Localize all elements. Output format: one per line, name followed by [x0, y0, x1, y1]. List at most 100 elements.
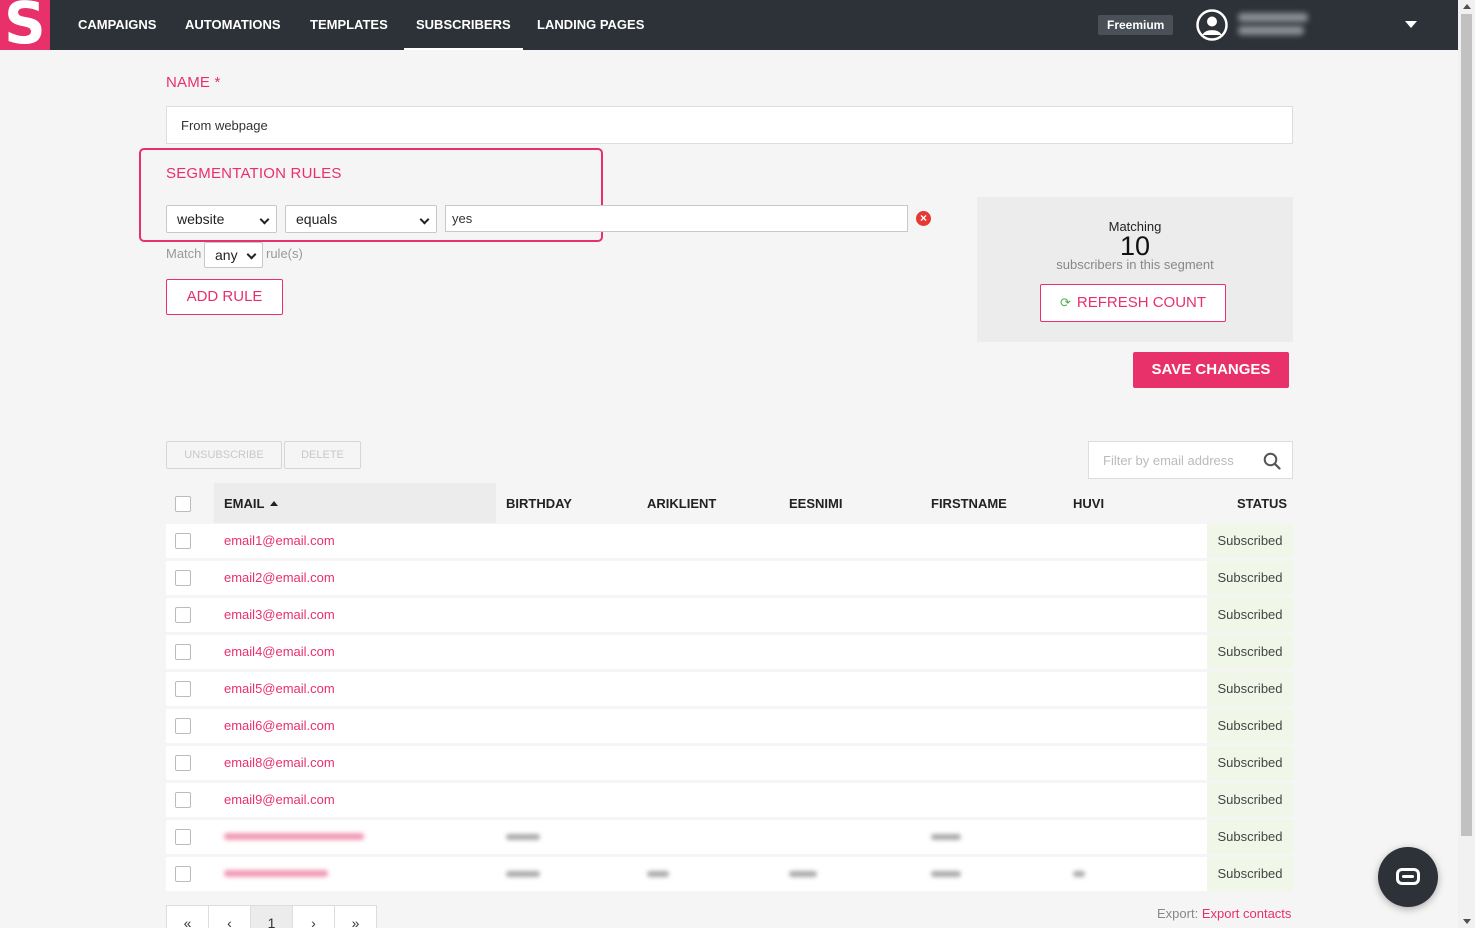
column-birthday[interactable]: BIRTHDAY [506, 485, 572, 523]
table-row[interactable]: email1@email.com Subscribed [166, 524, 1293, 558]
rule-operator-value: equals [296, 211, 338, 227]
redacted-cell [647, 871, 669, 877]
nav-automations[interactable]: AUTOMATIONS [185, 0, 281, 50]
subscriber-email-link[interactable]: email3@email.com [224, 598, 335, 632]
delete-button[interactable]: DELETE [284, 441, 361, 469]
nav-subscribers[interactable]: SUBSCRIBERS [404, 0, 523, 50]
matching-subtitle: subscribers in this segment [1056, 257, 1214, 272]
column-huvi[interactable]: HUVI [1073, 485, 1104, 523]
username-blurred[interactable] [1238, 10, 1308, 40]
table-row[interactable]: email6@email.com Subscribed [166, 709, 1293, 743]
chat-widget-button[interactable] [1378, 847, 1438, 907]
table-row[interactable]: email8@email.com Subscribed [166, 746, 1293, 780]
sort-ascending-icon [270, 501, 279, 506]
plan-badge: Freemium [1098, 15, 1174, 35]
rule-field-select[interactable]: website [166, 205, 277, 233]
rule-value-input[interactable] [445, 205, 908, 232]
nav-landing-pages[interactable]: LANDING PAGES [537, 0, 644, 50]
subscriber-email-link[interactable]: email6@email.com [224, 709, 335, 743]
save-changes-button[interactable]: SAVE CHANGES [1133, 352, 1289, 388]
status-badge: Subscribed [1207, 561, 1293, 595]
subscriber-email-link[interactable]: email1@email.com [224, 524, 335, 558]
status-badge: Subscribed [1207, 783, 1293, 817]
account-menu-caret-icon[interactable] [1405, 21, 1417, 28]
row-checkbox[interactable] [175, 681, 191, 697]
logo[interactable]: S [0, 0, 50, 50]
table-row-blurred[interactable]: Subscribed [166, 857, 1293, 891]
scroll-up-arrow-icon[interactable] [1463, 4, 1471, 9]
row-checkbox[interactable] [175, 792, 191, 808]
refresh-count-button[interactable]: ⟳ REFRESH COUNT [1040, 284, 1226, 322]
export-label: Export: [1157, 906, 1199, 921]
scroll-thumb[interactable] [1461, 14, 1472, 836]
table-header: EMAIL BIRTHDAY ARIKLIENT EESNIMI FIRSTNA… [166, 483, 1293, 523]
table-row[interactable]: email2@email.com Subscribed [166, 561, 1293, 595]
table-row[interactable]: email9@email.com Subscribed [166, 783, 1293, 817]
export-area: Export: Export contacts [1157, 906, 1291, 921]
column-ariklient[interactable]: ARIKLIENT [647, 485, 716, 523]
chevron-down-icon [246, 249, 257, 260]
subscriber-email-link[interactable]: email4@email.com [224, 635, 335, 669]
match-mode-select[interactable]: any [204, 242, 263, 268]
row-checkbox[interactable] [175, 866, 191, 882]
select-all-checkbox[interactable] [175, 496, 191, 512]
table-row-blurred[interactable]: Subscribed [166, 820, 1293, 854]
subscriber-email-link[interactable]: email2@email.com [224, 561, 335, 595]
status-badge: Subscribed [1207, 635, 1293, 669]
table-row[interactable]: email4@email.com Subscribed [166, 635, 1293, 669]
row-checkbox[interactable] [175, 829, 191, 845]
row-checkbox[interactable] [175, 755, 191, 771]
redacted-cell [789, 871, 817, 877]
page-1-button[interactable]: 1 [250, 905, 293, 928]
last-page-button[interactable]: » [334, 905, 377, 928]
status-badge: Subscribed [1207, 746, 1293, 780]
search-icon[interactable] [1263, 452, 1281, 470]
row-checkbox[interactable] [175, 570, 191, 586]
redacted-cell [931, 834, 961, 840]
next-page-button[interactable]: › [292, 905, 335, 928]
segmentation-rules-label: SEGMENTATION RULES [166, 165, 342, 182]
match-mode-value: any [215, 247, 238, 263]
export-contacts-link[interactable]: Export contacts [1202, 906, 1292, 921]
table-row[interactable]: email5@email.com Subscribed [166, 672, 1293, 706]
name-label: NAME * [166, 74, 221, 91]
status-badge: Subscribed [1207, 524, 1293, 558]
filter-email-field[interactable]: Filter by email address [1088, 441, 1293, 479]
redacted-cell [506, 871, 540, 877]
column-eesnimi[interactable]: EESNIMI [789, 485, 842, 523]
row-checkbox[interactable] [175, 607, 191, 623]
matching-count-panel: Matching 10 subscribers in this segment … [977, 197, 1293, 342]
remove-rule-icon[interactable]: × [916, 211, 931, 226]
refresh-count-label: REFRESH COUNT [1076, 294, 1207, 311]
first-page-button[interactable]: « [166, 905, 209, 928]
top-navbar: S CAMPAIGNS AUTOMATIONS TEMPLATES SUBSCR… [0, 0, 1458, 50]
subscriber-email-link[interactable]: email9@email.com [224, 783, 335, 817]
column-status[interactable]: STATUS [1237, 485, 1287, 523]
status-badge: Subscribed [1207, 820, 1293, 854]
page-scrollbar[interactable] [1458, 0, 1475, 928]
status-badge: Subscribed [1207, 672, 1293, 706]
unsubscribe-button[interactable]: UNSUBSCRIBE [166, 441, 282, 469]
subscriber-email-link[interactable]: email8@email.com [224, 746, 335, 780]
column-email[interactable]: EMAIL [224, 485, 279, 523]
add-rule-button[interactable]: ADD RULE [166, 279, 283, 315]
user-avatar-icon[interactable] [1196, 9, 1228, 41]
subscriber-email-link[interactable]: email5@email.com [224, 672, 335, 706]
segment-name-input[interactable] [166, 106, 1293, 144]
status-badge: Subscribed [1207, 709, 1293, 743]
redacted-cell [931, 871, 961, 877]
match-suffix-label: rule(s) [266, 246, 303, 261]
chevron-down-icon [259, 214, 270, 225]
row-checkbox[interactable] [175, 533, 191, 549]
row-checkbox[interactable] [175, 644, 191, 660]
nav-templates[interactable]: TEMPLATES [310, 0, 388, 50]
chat-icon [1396, 868, 1420, 885]
column-firstname[interactable]: FIRSTNAME [931, 485, 1007, 523]
scroll-down-arrow-icon[interactable] [1463, 919, 1471, 924]
row-checkbox[interactable] [175, 718, 191, 734]
nav-campaigns[interactable]: CAMPAIGNS [78, 0, 156, 50]
table-row[interactable]: email3@email.com Subscribed [166, 598, 1293, 632]
chevron-down-icon [419, 214, 430, 225]
rule-operator-select[interactable]: equals [285, 205, 437, 233]
prev-page-button[interactable]: ‹ [208, 905, 251, 928]
